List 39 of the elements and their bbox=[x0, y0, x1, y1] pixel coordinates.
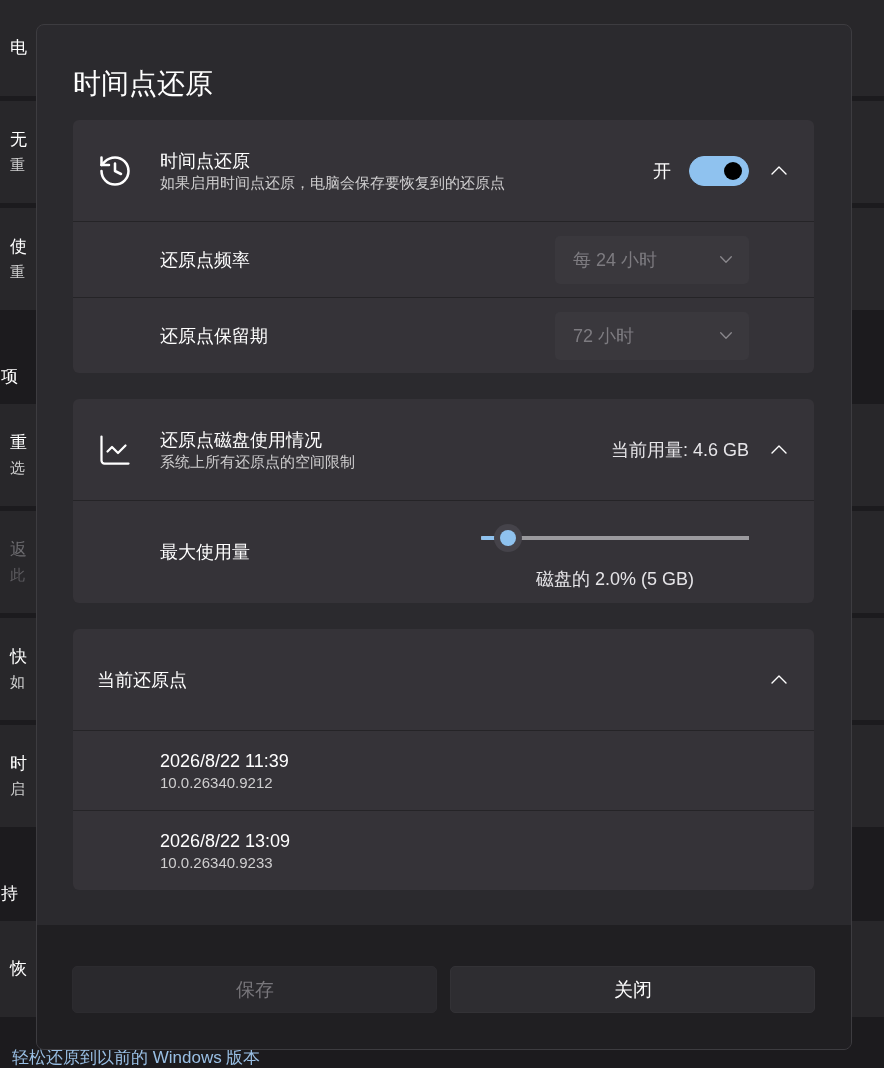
setting-description: 选 bbox=[10, 459, 25, 477]
restore-point-version: 10.0.26340.9212 bbox=[160, 772, 273, 793]
card-title: 时间点还原 bbox=[160, 149, 250, 173]
toggle-state-label: 开 bbox=[653, 159, 671, 183]
section-heading: 持 bbox=[1, 884, 18, 904]
setting-title: 无 bbox=[10, 130, 27, 150]
setting-description: 重 bbox=[10, 156, 25, 174]
restore-link[interactable]: 轻松还原到以前的 Windows 版本 bbox=[12, 1048, 261, 1068]
setting-title: 时 bbox=[10, 754, 27, 774]
setting-title: 恢 bbox=[10, 959, 27, 979]
setting-label: 还原点保留期 bbox=[160, 324, 268, 348]
setting-title: 电 bbox=[10, 38, 27, 58]
restore-point-date: 2026/8/22 11:39 bbox=[160, 749, 289, 773]
restore-point-version: 10.0.26340.9233 bbox=[160, 852, 273, 873]
setting-description: 重 bbox=[10, 263, 25, 281]
setting-label: 最大使用量 bbox=[160, 541, 250, 564]
setting-title: 返 bbox=[10, 540, 27, 560]
chevron-down-icon bbox=[720, 256, 732, 263]
slider-thumb[interactable] bbox=[493, 524, 522, 552]
card-description: 系统上所有还原点的空间限制 bbox=[160, 451, 355, 472]
slider-caption: 磁盘的 2.0% (5 GB) bbox=[535, 568, 694, 590]
setting-description: 启 bbox=[10, 780, 25, 798]
usage-value: 当前用量: 4.6 GB bbox=[610, 438, 749, 462]
setting-title: 使 bbox=[10, 237, 27, 257]
setting-description: 如 bbox=[10, 673, 25, 691]
card-title: 还原点磁盘使用情况 bbox=[160, 428, 322, 452]
card-description: 如果启用时间点还原，电脑会保存要恢复到的还原点 bbox=[160, 172, 505, 193]
clock-arrow-icon bbox=[100, 155, 130, 186]
card-title: 当前还原点 bbox=[97, 668, 187, 692]
toggle-switch[interactable] bbox=[689, 155, 749, 186]
setting-title: 重 bbox=[10, 433, 27, 453]
restore-point-date: 2026/8/22 13:09 bbox=[160, 829, 291, 853]
setting-title: 快 bbox=[10, 647, 27, 667]
dialog-button[interactable]: 关闭 bbox=[450, 966, 815, 1013]
section-heading: 项 bbox=[1, 367, 18, 387]
setting-label: 还原点频率 bbox=[160, 248, 250, 272]
line-chart-icon bbox=[100, 434, 130, 465]
dialog-title: 时间点还原 bbox=[73, 67, 213, 101]
chevron-down-icon bbox=[720, 332, 732, 339]
